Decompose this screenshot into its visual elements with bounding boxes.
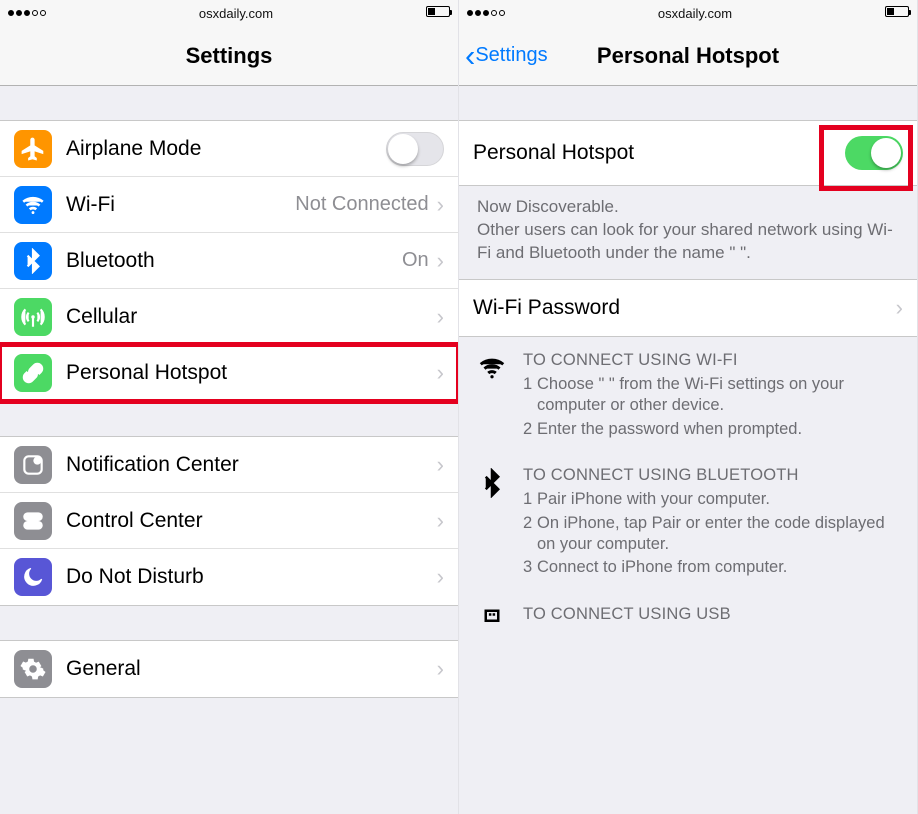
row-cellular[interactable]: Cellular › [0, 289, 458, 345]
row-control-center[interactable]: Control Center › [0, 493, 458, 549]
wifi-password-group: Wi-Fi Password › [459, 279, 917, 337]
instr-step: 2Enter the password when prompted. [523, 419, 899, 440]
row-label: Wi-Fi Password [473, 296, 896, 320]
airplane-toggle[interactable] [386, 132, 444, 166]
instructions-bluetooth: TO CONNECT USING BLUETOOTH 1Pair iPhone … [459, 452, 917, 591]
switches-icon [14, 502, 52, 540]
row-wifi[interactable]: Wi-Fi Not Connected › [0, 177, 458, 233]
instructions-wifi: TO CONNECT USING WI-FI 1Choose " " from … [459, 337, 917, 452]
moon-icon [14, 558, 52, 596]
row-value: On [402, 249, 429, 272]
settings-list[interactable]: Airplane Mode Wi-Fi Not Connected › Blue… [0, 86, 458, 814]
antenna-icon [14, 298, 52, 336]
row-label: Wi-Fi [66, 193, 295, 217]
instr-title: TO CONNECT USING USB [523, 605, 899, 624]
bluetooth-icon [477, 466, 523, 581]
usb-icon [477, 605, 523, 637]
row-wifi-password[interactable]: Wi-Fi Password › [459, 280, 917, 336]
wifi-icon [477, 351, 523, 442]
airplane-icon [14, 130, 52, 168]
status-url: osxdaily.com [505, 6, 885, 21]
discoverable-body: Other users can look for your shared net… [477, 219, 899, 265]
chevron-right-icon: › [437, 508, 444, 534]
back-label: Settings [475, 44, 547, 67]
hotspot-content[interactable]: Personal Hotspot Now Discoverable. Other… [459, 86, 917, 814]
battery-icon [426, 6, 450, 20]
instr-title: TO CONNECT USING BLUETOOTH [523, 466, 899, 485]
row-personal-hotspot[interactable]: Personal Hotspot › [0, 345, 458, 401]
row-label: Personal Hotspot [473, 141, 845, 165]
row-general[interactable]: General › [0, 641, 458, 697]
row-label: Control Center [66, 509, 437, 533]
row-hotspot-toggle[interactable]: Personal Hotspot [459, 125, 917, 181]
wifi-icon [14, 186, 52, 224]
bluetooth-icon [14, 242, 52, 280]
instr-title: TO CONNECT USING WI-FI [523, 351, 899, 370]
chevron-left-icon: ‹ [465, 40, 475, 71]
instructions-usb: TO CONNECT USING USB [459, 591, 917, 647]
row-value: Not Connected [295, 193, 428, 216]
hotspot-toggle[interactable] [845, 136, 903, 170]
chevron-right-icon: › [437, 304, 444, 330]
row-label: Bluetooth [66, 249, 402, 273]
status-bar: osxdaily.com [459, 0, 917, 26]
discoverable-heading: Now Discoverable. [477, 196, 899, 219]
settings-group-system: Notification Center › Control Center › D… [0, 436, 458, 606]
discoverable-text: Now Discoverable. Other users can look f… [459, 186, 917, 279]
settings-group-general: General › [0, 640, 458, 698]
status-bar: osxdaily.com [0, 0, 458, 26]
gear-icon [14, 650, 52, 688]
instr-step: 1Pair iPhone with your computer. [523, 489, 899, 510]
page-title: Personal Hotspot [597, 43, 779, 69]
instr-step: 3Connect to iPhone from computer. [523, 557, 899, 578]
nav-header-hotspot: ‹ Settings Personal Hotspot [459, 26, 917, 86]
settings-screen: osxdaily.com Settings Airplane Mode Wi-F… [0, 0, 459, 814]
row-bluetooth[interactable]: Bluetooth On › [0, 233, 458, 289]
chevron-right-icon: › [437, 656, 444, 682]
chevron-right-icon: › [437, 192, 444, 218]
row-do-not-disturb[interactable]: Do Not Disturb › [0, 549, 458, 605]
nav-title-settings: Settings [0, 26, 458, 86]
row-airplane-mode[interactable]: Airplane Mode [0, 121, 458, 177]
chevron-right-icon: › [437, 360, 444, 386]
status-url: osxdaily.com [46, 6, 426, 21]
notification-icon [14, 446, 52, 484]
link-icon [14, 354, 52, 392]
chevron-right-icon: › [437, 452, 444, 478]
signal-dots [8, 10, 46, 16]
row-label: Do Not Disturb [66, 565, 437, 589]
instr-step: 2On iPhone, tap Pair or enter the code d… [523, 513, 899, 556]
chevron-right-icon: › [437, 248, 444, 274]
row-label: Cellular [66, 305, 437, 329]
settings-group-network: Airplane Mode Wi-Fi Not Connected › Blue… [0, 120, 458, 402]
row-label: General [66, 657, 437, 681]
row-label: Notification Center [66, 453, 437, 477]
instr-step: 1Choose " " from the Wi-Fi settings on y… [523, 374, 899, 417]
row-label: Airplane Mode [66, 137, 386, 161]
page-title: Settings [186, 43, 273, 69]
chevron-right-icon: › [896, 295, 903, 321]
row-label: Personal Hotspot [66, 361, 437, 385]
battery-icon [885, 6, 909, 20]
hotspot-toggle-group: Personal Hotspot [459, 120, 917, 186]
chevron-right-icon: › [437, 564, 444, 590]
row-notification-center[interactable]: Notification Center › [0, 437, 458, 493]
hotspot-screen: osxdaily.com ‹ Settings Personal Hotspot… [459, 0, 918, 814]
signal-dots [467, 10, 505, 16]
back-button[interactable]: ‹ Settings [465, 26, 548, 85]
